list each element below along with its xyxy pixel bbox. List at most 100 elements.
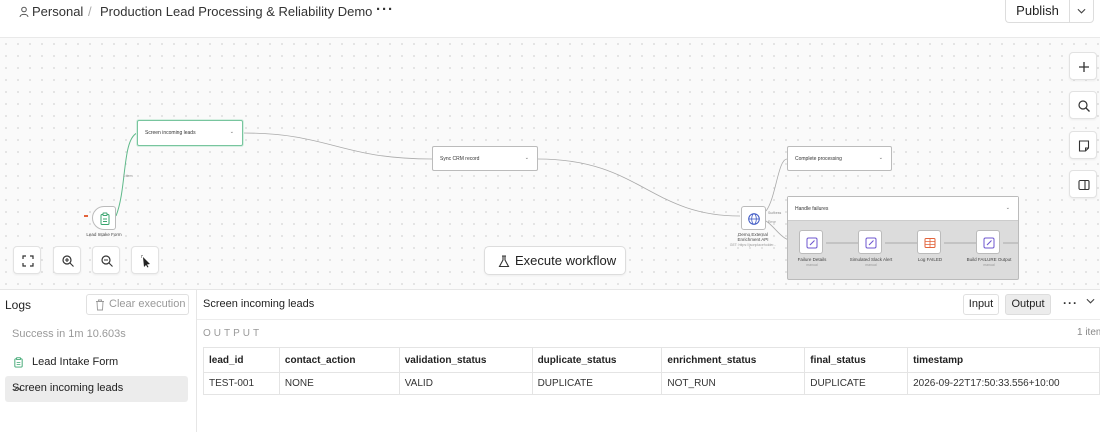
edge-label-intake-to-screen: 1 item [123,174,133,178]
output-more-button[interactable]: ··· [1063,296,1078,310]
globe-icon [748,213,760,225]
table-cell: DUPLICATE [531,372,663,395]
log-failed-label: Log FAILED [917,257,943,262]
chevron-up-icon[interactable] [13,386,22,392]
zoom-in-icon [62,255,74,267]
toggle-panel-button[interactable] [1069,170,1097,198]
clear-execution-label: Clear execution [109,298,186,310]
fit-view-icon [22,255,34,267]
build-failure-output-node[interactable] [976,230,1000,254]
output-table: lead_id contact_action validation_status… [203,347,1100,395]
tidy-icon [141,255,150,268]
edit-icon [983,237,995,249]
panel-icon [1078,179,1090,191]
failure-details-label: Failure Details [797,257,827,262]
column-header: duplicate_status [531,347,663,373]
chevron-down-icon: ⌄ [524,155,529,161]
search-nodes-button[interactable] [1069,91,1097,119]
table-cell: NOT_RUN [661,372,806,395]
simulated-slack-alert-hint: manual [865,263,877,267]
publish-dropdown-button[interactable] [1069,0,1094,23]
node-label: Complete processing [795,156,842,162]
edge-screen-to-crm [242,132,433,160]
flask-icon [498,255,510,268]
item-count: 1 item [1077,327,1100,338]
column-header: final_status [804,347,909,373]
edge-label-error: Error [768,220,777,224]
edge-api-to-complete [765,158,788,212]
sticky-note-icon [1078,140,1090,152]
table-cell: 2026-09-22T17:50:33.556+10:00 [907,372,1100,395]
tab-input[interactable]: Input [963,294,999,315]
sync-crm-record-node[interactable]: Sync CRM record ⌄ [432,146,538,171]
simulated-slack-alert-node[interactable] [858,230,882,254]
plus-icon [1079,62,1089,72]
log-item-label: Lead Intake Form [32,356,119,368]
form-icon [14,357,23,368]
tidy-up-button[interactable] [131,246,159,274]
failure-details-hint: manual [806,263,818,267]
demo-external-api-hint: GET: https://jsonplaceholder... [729,243,777,247]
chevron-down-icon[interactable] [1086,298,1095,304]
logs-panel: Logs Clear execution Success in 1m 10.60… [0,289,197,432]
log-failed-node[interactable] [917,230,941,254]
failure-details-node[interactable] [799,230,823,254]
column-header: lead_id [203,347,280,373]
divider [197,319,1100,320]
table-icon [924,238,936,248]
build-failure-output-label: Build FAILURE Output [966,257,1012,262]
edge-label-success: Success [768,211,781,215]
breadcrumb-separator: / [88,4,92,19]
lead-intake-form-label: Lead Intake Form [86,232,122,237]
add-node-button[interactable] [1069,52,1097,80]
table-header-row: lead_id contact_action validation_status… [203,347,1100,373]
chevron-down-icon: ⌄ [229,129,234,135]
workflow-more-button[interactable]: ··· [376,1,394,18]
edit-icon [865,237,877,249]
logs-title: Logs [5,298,32,312]
output-panel: Screen incoming leads Input Output ··· O… [197,289,1100,432]
log-item-label: Screen incoming leads [12,382,124,394]
complete-processing-node[interactable]: Complete processing ⌄ [787,146,892,171]
table-cell: DUPLICATE [804,372,909,395]
workflow-title[interactable]: Production Lead Processing & Reliability… [100,4,372,19]
execute-workflow-button[interactable]: Execute workflow [484,246,626,275]
user-icon [19,6,29,18]
log-item-lead-intake-form[interactable]: Lead Intake Form [5,350,188,376]
execution-status: Success in 1m 10.603s [12,328,126,340]
add-sticky-note-button[interactable] [1069,131,1097,159]
node-label: Sync CRM record [440,156,480,162]
top-bar: Personal / Production Lead Processing & … [0,0,1100,38]
table-row: TEST-001 NONE VALID DUPLICATE NOT_RUN DU… [203,372,1100,395]
output-node-title: Screen incoming leads [203,298,315,310]
screen-incoming-leads-node[interactable]: Screen incoming leads ⌄ [137,120,243,146]
edit-icon [806,237,818,249]
simulated-slack-alert-label: Simulated Slack Alert [849,257,893,262]
zoom-in-button[interactable] [53,246,81,274]
table-cell: NONE [278,372,400,395]
column-header: contact_action [278,347,400,373]
build-failure-output-hint: manual [983,263,995,267]
column-header: validation_status [398,347,533,373]
output-section-label: OUTPUT [203,328,263,339]
breadcrumb-workspace[interactable]: Personal [32,4,83,19]
chevron-down-icon [1077,8,1086,14]
publish-button[interactable]: Publish [1005,0,1069,23]
column-header: timestamp [907,347,1100,373]
node-label: Screen incoming leads [145,130,196,136]
log-item-screen-incoming-leads[interactable]: Screen incoming leads [5,376,188,402]
clear-execution-button[interactable]: Clear execution [86,294,189,315]
demo-external-api-label: Demo External Enrichment API [737,232,769,242]
lead-intake-form-node[interactable] [92,206,116,230]
table-cell: VALID [398,372,533,395]
table-cell: TEST-001 [203,372,280,395]
fit-view-button[interactable] [13,246,41,274]
execute-workflow-label: Execute workflow [515,253,617,268]
form-icon [100,212,110,225]
chevron-down-icon: ⌄ [878,155,883,161]
demo-external-api-node[interactable] [741,206,766,230]
column-header: enrichment_status [661,347,806,373]
zoom-out-button[interactable] [92,246,120,274]
workflow-canvas[interactable]: 1 item Success Error Lead Intake Form Sc… [0,38,1100,289]
tab-output[interactable]: Output [1005,294,1051,315]
